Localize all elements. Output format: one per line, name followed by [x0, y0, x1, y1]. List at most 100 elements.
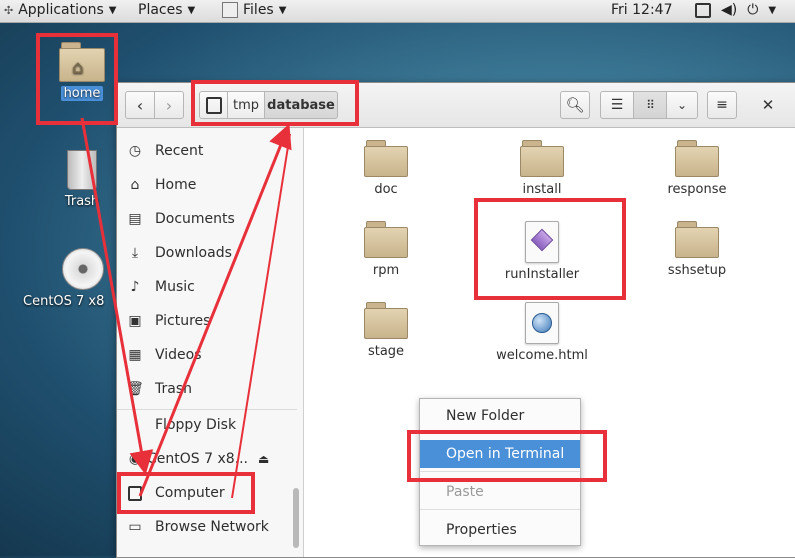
file-name: stage	[367, 344, 405, 359]
menu-item-properties[interactable]: Properties	[420, 516, 580, 544]
drive-icon	[205, 96, 222, 114]
sidebar-item-floppy[interactable]: Floppy Disk	[117, 410, 297, 440]
volume-icon: ◀)	[721, 2, 738, 18]
file-item[interactable]: welcome.html	[482, 302, 602, 363]
sidebar-item-label: Trash	[155, 381, 192, 397]
home-folder-icon: ⌂	[59, 42, 105, 82]
disc-icon	[62, 248, 104, 290]
desktop-trash-icon[interactable]: Trash	[44, 150, 120, 209]
places-menu[interactable]: Places ▼	[138, 2, 195, 18]
back-button[interactable]: ‹	[125, 91, 155, 119]
desktop-home-icon[interactable]: ⌂ home	[44, 42, 120, 101]
home-icon: ⌂	[130, 177, 140, 193]
menu-item-open-in-terminal[interactable]: Open in Terminal	[420, 440, 580, 468]
files-label: Files	[243, 2, 274, 18]
sidebar-item-centos[interactable]: ◉ CentOS 7 x8... ⏏	[117, 444, 297, 474]
breadcrumb-database[interactable]: database	[264, 91, 338, 119]
file-item[interactable]: runInstaller	[482, 221, 602, 282]
search-button[interactable]: 🔍︎	[560, 91, 590, 119]
sidebar-item-recent[interactable]: ◷ Recent	[117, 136, 297, 166]
places-label: Places	[138, 2, 183, 18]
chevron-down-icon: ▼	[768, 4, 777, 16]
sidebar-item-home[interactable]: ⌂ Home	[117, 170, 297, 200]
menu-item-new-folder[interactable]: New Folder	[420, 402, 580, 430]
sidebar-item-computer[interactable]: Computer	[117, 478, 297, 508]
drive-icon	[127, 485, 143, 501]
sidebar-item-network[interactable]: ▭ Browse Network	[117, 512, 297, 542]
sidebar-item-trash[interactable]: 🗑︎ Trash	[117, 374, 297, 404]
file-item[interactable]: response	[637, 140, 757, 197]
menu-button[interactable]: ≡	[707, 91, 737, 119]
menu-separator	[420, 471, 580, 472]
sidebar-scrollbar[interactable]	[293, 488, 299, 548]
file-item[interactable]: stage	[326, 302, 446, 359]
sidebar-item-label: Recent	[155, 143, 204, 159]
menu-item-paste[interactable]: Paste	[420, 478, 580, 506]
breadcrumb-database-label: database	[267, 97, 335, 113]
folder-icon	[675, 221, 719, 258]
trash-can-icon	[67, 150, 97, 190]
file-item[interactable]: doc	[326, 140, 446, 197]
sidebar-item-music[interactable]: ♪ Music	[117, 272, 297, 302]
folder-icon	[364, 221, 408, 258]
chevron-right-icon: ›	[165, 95, 173, 115]
file-name: install	[522, 182, 562, 197]
applications-menu[interactable]: ✣ Applications ▼	[4, 2, 116, 18]
trash-icon: 🗑︎	[126, 381, 144, 397]
desktop-trash-label: Trash	[64, 194, 100, 209]
list-view-button[interactable]: ☰	[600, 91, 634, 119]
chevron-left-icon: ‹	[136, 95, 144, 115]
music-icon: ♪	[130, 279, 140, 295]
camera-icon: ▣	[128, 313, 142, 329]
clock-icon: ◷	[128, 143, 142, 159]
header-bar: ‹ › tmp database 🔍︎ ☰ ⠿ ⌄ ≡ ✕	[117, 83, 795, 128]
menu-item-label: Open in Terminal	[446, 446, 565, 462]
sidebar-item-downloads[interactable]: ⤓ Downloads	[117, 238, 297, 268]
menu-item-label: New Folder	[446, 408, 525, 424]
file-item[interactable]: rpm	[326, 221, 446, 278]
file-name: doc	[374, 182, 398, 197]
sidebar-item-label: Pictures	[155, 313, 211, 329]
grid-view-button[interactable]: ⠿	[633, 91, 667, 119]
folder-icon	[364, 140, 408, 177]
files-menu[interactable]: Files ▼	[222, 2, 286, 18]
menu-separator	[420, 433, 580, 434]
view-options-button[interactable]: ⌄	[666, 91, 698, 119]
script-icon	[525, 221, 559, 263]
context-menu: New Folder Open in Terminal Paste Proper…	[419, 398, 581, 546]
sidebar-item-label: Videos	[155, 347, 202, 363]
chevron-down-icon: ▼	[278, 4, 287, 16]
sidebar-item-documents[interactable]: ▤ Documents	[117, 204, 297, 234]
menu-item-label: Properties	[446, 522, 517, 538]
html-file-icon	[525, 302, 559, 344]
window-icon	[695, 2, 711, 18]
folder-icon	[364, 302, 408, 339]
menu-item-label: Paste	[446, 484, 484, 500]
system-tray[interactable]: ◀) ⏻ ▼	[695, 2, 776, 18]
menu-separator	[420, 509, 580, 510]
document-icon: ▤	[128, 211, 142, 227]
desktop-centos-disc[interactable]: CentOS 7 x8	[20, 248, 120, 309]
files-app-icon	[222, 2, 238, 18]
breadcrumb-root[interactable]	[199, 91, 228, 119]
sidebar-item-videos[interactable]: ▦ Videos	[117, 340, 297, 370]
close-button[interactable]: ✕	[754, 91, 782, 119]
breadcrumb-tmp[interactable]: tmp	[227, 91, 265, 119]
clock[interactable]: Fri 12:47	[611, 2, 672, 18]
sidebar-item-label: CentOS 7 x8...	[147, 451, 249, 467]
sidebar-item-label: Downloads	[155, 245, 232, 261]
sidebar-item-label: Browse Network	[155, 519, 269, 535]
sidebar: ◷ Recent ⌂ Home ▤ Documents ⤓ Downloads …	[117, 128, 304, 557]
close-icon: ✕	[761, 96, 775, 114]
sidebar-item-label: Documents	[155, 211, 235, 227]
file-item[interactable]: sshsetup	[637, 221, 757, 278]
search-icon: 🔍︎	[565, 96, 585, 114]
forward-button[interactable]: ›	[154, 91, 184, 119]
top-bar: ✣ Applications ▼ Places ▼ Files ▼ Fri 12…	[0, 0, 795, 23]
disc-icon: ◉	[128, 451, 142, 467]
eject-icon[interactable]: ⏏	[258, 452, 269, 466]
sidebar-item-label: Computer	[155, 485, 225, 501]
sidebar-item-pictures[interactable]: ▣ Pictures	[117, 306, 297, 336]
file-name: rpm	[372, 263, 400, 278]
file-item[interactable]: install	[482, 140, 602, 197]
